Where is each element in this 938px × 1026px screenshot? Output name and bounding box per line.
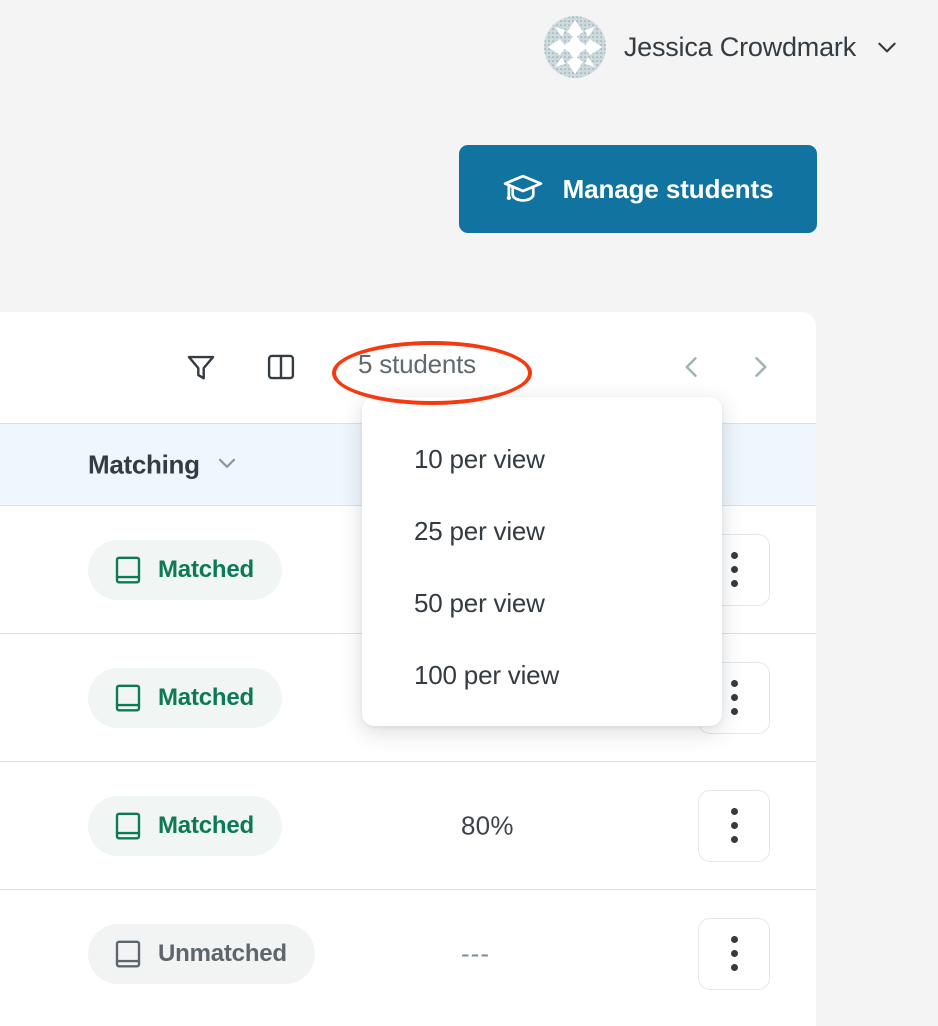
table-row[interactable]: Matched 80% <box>0 762 816 890</box>
kebab-dot <box>730 822 738 829</box>
user-name-label: Jessica Crowdmark <box>623 31 856 62</box>
book-icon <box>114 683 142 713</box>
status-badge: Matched <box>88 667 282 728</box>
score-value: --- <box>461 938 490 968</box>
kebab-dot <box>730 836 738 843</box>
per-view-option-50[interactable]: 50 per view <box>362 567 722 639</box>
kebab-dot <box>730 680 738 687</box>
book-icon <box>114 811 142 841</box>
kebab-dot <box>730 566 738 573</box>
manage-students-label: Manage students <box>562 173 774 204</box>
column-header-matching[interactable]: Matching <box>88 449 240 480</box>
status-badge-label: Matched <box>158 555 254 583</box>
column-header-matching-label: Matching <box>88 449 200 479</box>
status-badge: Matched <box>88 795 282 856</box>
per-view-dropdown-menu: 10 per view 25 per view 50 per view 100 … <box>362 397 722 726</box>
per-view-option-25[interactable]: 25 per view <box>362 495 722 567</box>
status-badge: Unmatched <box>88 923 315 984</box>
kebab-dot <box>730 950 738 957</box>
chevron-down-icon[interactable] <box>874 34 900 60</box>
graduation-cap-icon <box>503 169 543 209</box>
kebab-menu-icon[interactable] <box>698 917 770 990</box>
per-view-option-10[interactable]: 10 per view <box>362 423 722 495</box>
kebab-menu-icon[interactable] <box>698 789 770 862</box>
kebab-dot <box>730 694 738 701</box>
user-account-menu[interactable]: Jessica Crowdmark <box>543 16 900 78</box>
per-view-option-100[interactable]: 100 per view <box>362 639 722 711</box>
status-badge-label: Matched <box>158 811 254 839</box>
table-row[interactable]: Unmatched --- <box>0 890 816 1017</box>
pagination-controls <box>676 346 776 388</box>
kebab-dot <box>730 708 738 715</box>
per-view-dropdown-trigger[interactable]: 5 students <box>358 349 476 380</box>
chevron-right-icon[interactable] <box>744 346 776 388</box>
score-value: 80% <box>461 810 514 840</box>
manage-students-button[interactable]: Manage students <box>459 145 817 233</box>
kebab-dot <box>730 808 738 815</box>
columns-panel-icon[interactable] <box>258 344 304 390</box>
top-bar: Jessica Crowdmark <box>0 0 938 96</box>
status-badge: Matched <box>88 539 282 600</box>
avatar <box>543 16 606 78</box>
filter-funnel-icon[interactable] <box>178 344 224 390</box>
book-icon <box>114 555 142 585</box>
status-badge-label: Matched <box>158 683 254 711</box>
kebab-dot <box>730 552 738 559</box>
book-icon <box>114 939 142 969</box>
chevron-down-icon[interactable] <box>214 449 240 480</box>
kebab-dot <box>730 580 738 587</box>
kebab-dot <box>730 936 738 943</box>
status-badge-label: Unmatched <box>158 939 287 967</box>
kebab-dot <box>730 964 738 971</box>
chevron-left-icon[interactable] <box>676 346 708 388</box>
